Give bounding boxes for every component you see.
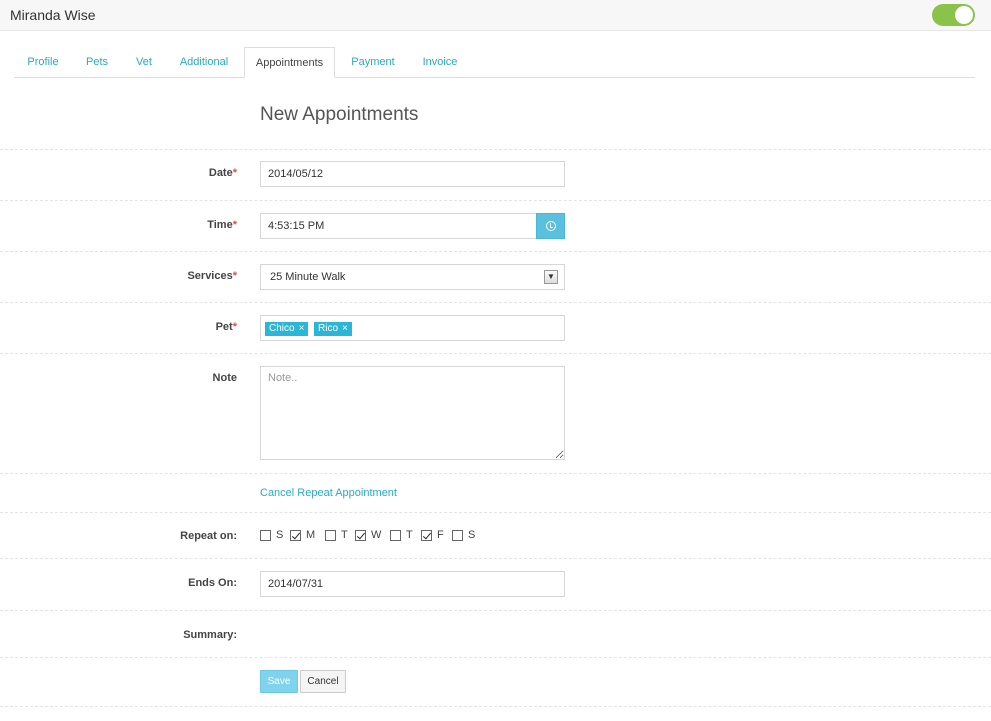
date-label: Date*: [208, 167, 237, 179]
ends-on-input[interactable]: [260, 571, 565, 597]
required-mark: *: [232, 270, 237, 282]
tag-remove-icon[interactable]: ×: [299, 323, 305, 334]
tab-vet[interactable]: Vet: [126, 47, 162, 78]
row-divider: [0, 558, 991, 559]
ends-on-label: Ends On:: [188, 577, 237, 589]
services-label: Services*: [187, 270, 237, 282]
date-input[interactable]: [260, 161, 565, 187]
chevron-down-icon[interactable]: ▼: [544, 270, 558, 284]
day-checkbox[interactable]: [452, 530, 463, 541]
row-divider: [0, 657, 991, 658]
page-title: New Appointments: [260, 104, 419, 125]
required-mark: *: [232, 321, 237, 333]
services-selected-value: 25 Minute Walk: [270, 271, 346, 283]
pet-tag: Rico ×: [314, 322, 352, 336]
tag-remove-icon[interactable]: ×: [342, 323, 348, 334]
time-picker-button[interactable]: [536, 213, 565, 239]
required-mark: *: [232, 167, 237, 179]
cancel-button[interactable]: Cancel: [300, 670, 346, 693]
row-divider: [0, 706, 991, 707]
row-divider: [0, 302, 991, 303]
day-checkbox[interactable]: [260, 530, 271, 541]
required-mark: *: [232, 219, 237, 231]
row-divider: [0, 149, 991, 150]
row-divider: [0, 251, 991, 252]
day-checkbox[interactable]: [290, 530, 301, 541]
tab-additional[interactable]: Additional: [172, 47, 236, 78]
active-toggle[interactable]: [932, 4, 975, 26]
cancel-repeat-link[interactable]: Cancel Repeat Appointment: [260, 487, 397, 499]
tab-payment[interactable]: Payment: [344, 47, 402, 78]
save-button[interactable]: Save: [260, 670, 298, 693]
tab-profile[interactable]: Profile: [14, 47, 72, 78]
time-label: Time*: [207, 219, 237, 231]
day-checkbox[interactable]: [355, 530, 366, 541]
row-divider: [0, 512, 991, 513]
repeat-label: Repeat on:: [180, 530, 237, 542]
day-checkbox[interactable]: [421, 530, 432, 541]
pet-tag-input[interactable]: Chico × Rico ×: [260, 315, 565, 341]
client-name: Miranda Wise: [10, 7, 96, 23]
row-divider: [0, 200, 991, 201]
pet-label: Pet*: [215, 321, 237, 333]
tab-invoice[interactable]: Invoice: [414, 47, 466, 78]
client-header: Miranda Wise: [0, 0, 991, 31]
clock-icon: [546, 221, 556, 231]
services-select[interactable]: 25 Minute Walk: [260, 264, 565, 290]
row-divider: [0, 473, 991, 474]
note-textarea[interactable]: [260, 366, 565, 460]
row-divider: [0, 610, 991, 611]
day-checkbox[interactable]: [390, 530, 401, 541]
pet-tag: Chico ×: [265, 322, 309, 336]
row-divider: [0, 353, 991, 354]
toggle-knob: [955, 6, 973, 24]
summary-label: Summary:: [183, 629, 237, 641]
day-checkbox[interactable]: [325, 530, 336, 541]
time-input[interactable]: [260, 213, 537, 239]
note-label: Note: [212, 372, 237, 384]
tab-appointments[interactable]: Appointments: [244, 47, 335, 78]
tab-pets[interactable]: Pets: [76, 47, 118, 78]
tab-bar: Profile Pets Vet Additional Appointments…: [14, 47, 975, 78]
